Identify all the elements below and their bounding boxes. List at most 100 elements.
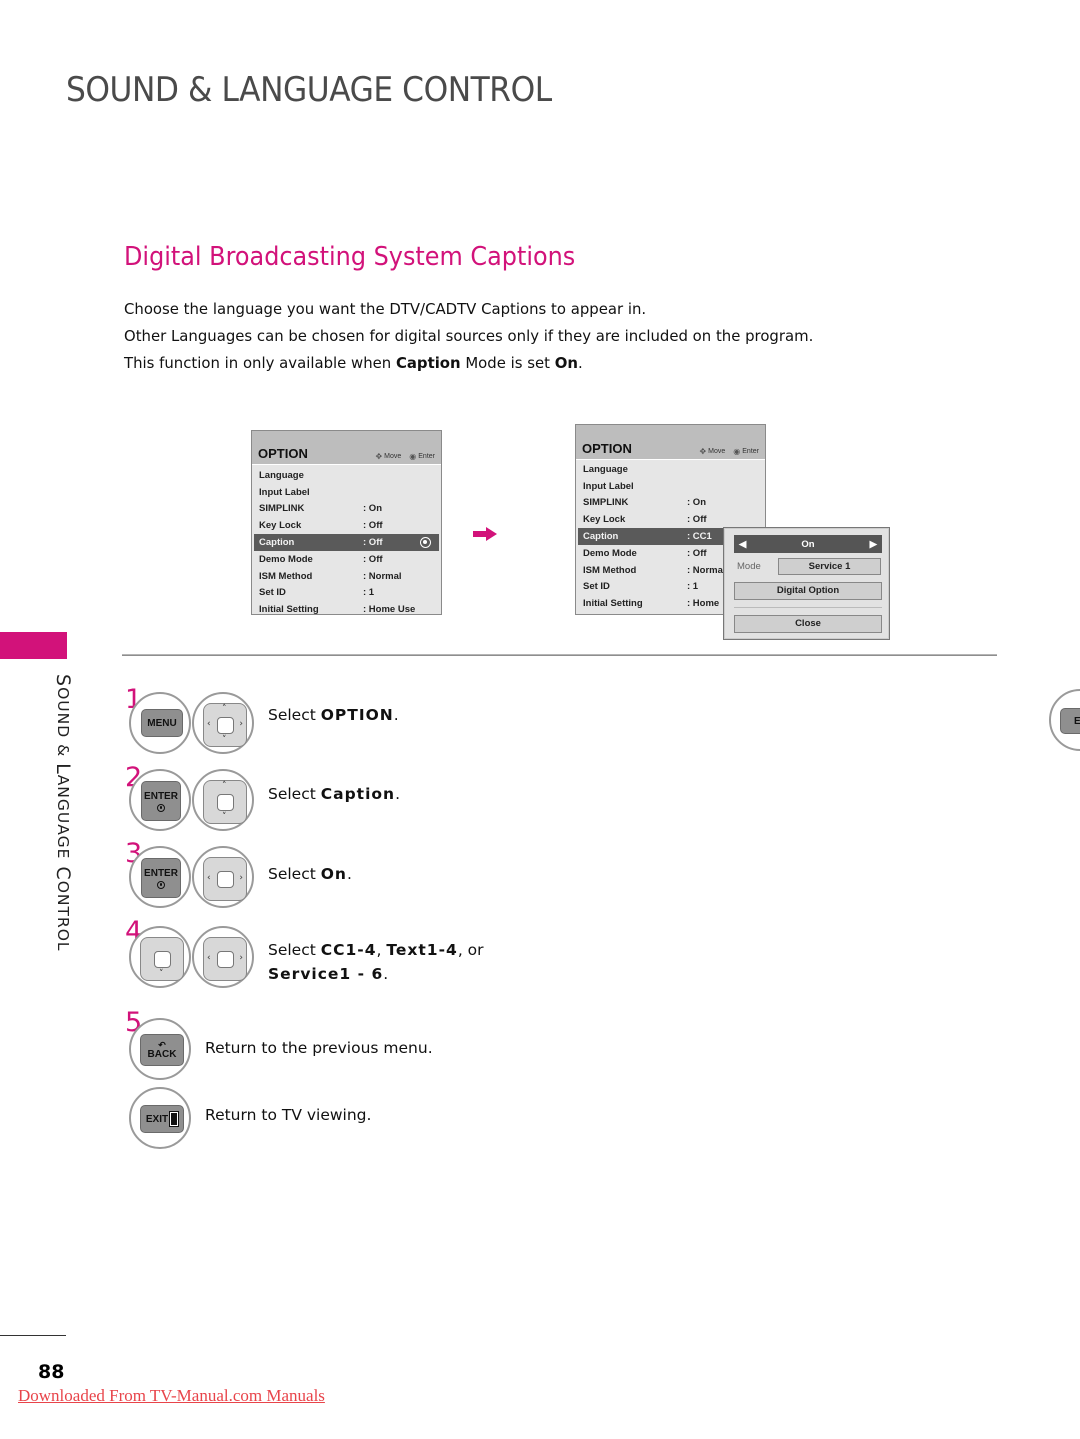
osd-row-value: : Home Use (363, 604, 416, 616)
chevron-left-icon: ‹ (207, 719, 211, 729)
osd-row-value: : Off (363, 520, 383, 532)
osd-row-key: Initial Setting (583, 598, 643, 610)
step-text-segment: Select (268, 785, 321, 803)
arrow-right-icon[interactable]: ▶ (870, 539, 877, 550)
menu-key[interactable]: MENU (141, 709, 183, 737)
osd-row-key: Key Lock (583, 514, 626, 526)
side-label-seg: ANGUAGE (54, 774, 72, 860)
osd-row-input-label[interactable]: Input Label (252, 484, 441, 501)
osd-row-demo-mode[interactable]: Demo Mode: Off (252, 551, 441, 568)
step-bold-term: Text1-4 (386, 941, 458, 959)
chevron-down-icon: ˅ (159, 969, 164, 979)
osd-row-set-id[interactable]: Set ID : 1 (252, 585, 441, 602)
enter-hint-label: Enter (742, 448, 759, 455)
step-bold-term: On (320, 865, 347, 883)
chapter-side-label: SOUND & LANGUAGE CONTROL (52, 674, 74, 952)
chevron-down-icon: ˅ (222, 812, 227, 822)
enter-icon: ◉ (733, 447, 741, 456)
osd-header: OPTION ✥ Move ◉ Enter (576, 425, 765, 460)
digital-option-button[interactable]: Digital Option (734, 582, 882, 600)
dpad-icon[interactable]: ‹ › (203, 937, 247, 981)
osd-row-initial-setting[interactable]: Initial Setting: Home Use (252, 601, 441, 618)
enter-dot-icon (157, 803, 165, 812)
chapter-tab (0, 632, 67, 659)
osd-row-key: Demo Mode (259, 553, 313, 565)
enter-dot-icon (157, 880, 165, 889)
arrow-right-icon (473, 527, 497, 541)
exit-key-circle: EXIT (129, 1087, 191, 1149)
intro-text-segment: . (577, 354, 583, 372)
dpad-icon[interactable]: ˄ ˅ (203, 780, 247, 824)
osd-row-key: Language (583, 463, 628, 475)
move-hint: ✥ Move (375, 452, 401, 461)
footer-rule (0, 1335, 66, 1336)
chevron-left-icon: ‹ (207, 873, 211, 883)
osd-row-key: Language (259, 469, 304, 481)
osd-row-caption-selected[interactable]: Caption: Off (254, 534, 439, 551)
dpad-center (217, 951, 234, 968)
enter-key-label: ENTER (144, 790, 178, 802)
enter-key-label: ENTER (144, 867, 178, 879)
caption-toggle[interactable]: ◀ On ▶ (734, 535, 882, 553)
enter-key[interactable]: ENTER (141, 781, 181, 821)
step-text-segment: . (346, 865, 352, 883)
step-3-text: Select On. (268, 862, 352, 886)
osd-row-simplink[interactable]: SIMPLINK: On (252, 501, 441, 518)
osd-row-ism-method[interactable]: ISM Method: Normal (252, 568, 441, 585)
dpad-circle: ‹ › (192, 926, 254, 988)
osd-row-key: Set ID (259, 587, 286, 599)
osd-row-language[interactable]: Language (252, 467, 441, 484)
osd-row-key: Demo Mode (583, 547, 637, 559)
enter-hint: ◉ Enter (733, 447, 759, 456)
mode-select[interactable]: Service 1 (778, 558, 881, 575)
dpad-center (217, 871, 234, 888)
dpad-icon[interactable]: ˅ (140, 937, 184, 981)
osd-row-key-lock[interactable]: Key Lock : Off (252, 517, 441, 534)
dpad-icon: ✥ (375, 452, 383, 461)
dpad-circle: ‹ › (192, 846, 254, 908)
enter-key[interactable]: ENTER (141, 858, 181, 898)
osd-row-language[interactable]: Language (576, 461, 765, 478)
step-text-segment: . (395, 785, 401, 803)
osd-menu-before: OPTION ✥ Move ◉ Enter Language Input Label… (251, 430, 442, 615)
section-title: Digital Broadcasting System Captions (124, 242, 576, 272)
menu-key-circle: MENU (129, 692, 191, 754)
osd-row-key-lock[interactable]: Key Lock: Off (576, 511, 765, 528)
osd-title: OPTION (582, 441, 632, 456)
osd-row-simplink[interactable]: SIMPLINK: On (576, 495, 765, 512)
dpad-icon[interactable]: ˄ ˅ ‹ › (203, 703, 247, 747)
arrow-left-icon[interactable]: ◀ (739, 539, 746, 550)
exit-key[interactable]: EXIT (140, 1105, 184, 1133)
exit-key-label: EXIT (145, 1113, 169, 1125)
osd-row-value: : 1 (363, 587, 375, 599)
back-key-label: BACK (147, 1048, 177, 1060)
chevron-left-icon: ‹ (207, 953, 211, 963)
osd-rows: Language Input Label SIMPLINK: On Key Lo… (252, 465, 441, 618)
osd-row-key: Input Label (583, 480, 634, 492)
osd-row-key: Caption (583, 531, 619, 543)
side-label-seg: S (52, 674, 74, 688)
back-key[interactable]: ↶ BACK (140, 1034, 184, 1066)
chevron-up-icon: ˄ (222, 781, 227, 791)
move-hint-label: Move (384, 453, 402, 460)
close-button[interactable]: Close (734, 615, 882, 633)
dpad-circle: ˅ (129, 926, 191, 988)
osd-row-key: Key Lock (259, 520, 302, 532)
step-4-text: Select CC1-4, Text1-4, or Service1 - 6. (268, 938, 484, 986)
step-bold-term: CC1-4 (320, 941, 377, 959)
intro-bold-caption: Caption (395, 354, 461, 372)
chevron-right-icon: › (239, 719, 243, 729)
dpad-circle: ˄ ˅ (192, 769, 254, 831)
step-text-segment: . (393, 706, 399, 724)
caption-popup: ◀ On ▶ Mode Service 1 Digital Option Clo… (723, 527, 890, 640)
osd-title: OPTION (258, 446, 308, 461)
side-label-seg: L (52, 763, 74, 775)
osd-row-input-label[interactable]: Input Label (576, 478, 765, 495)
side-label-seg: ONTROL (54, 880, 72, 952)
side-exit-key[interactable]: EXI (1060, 708, 1080, 734)
source-link[interactable]: Downloaded From TV-Manual.com Manuals (18, 1386, 325, 1406)
step-text-segment: , (376, 941, 387, 959)
chevron-down-icon: ˅ (222, 735, 227, 745)
dpad-circle: ˄ ˅ ‹ › (192, 692, 254, 754)
dpad-icon[interactable]: ‹ › (203, 857, 247, 901)
